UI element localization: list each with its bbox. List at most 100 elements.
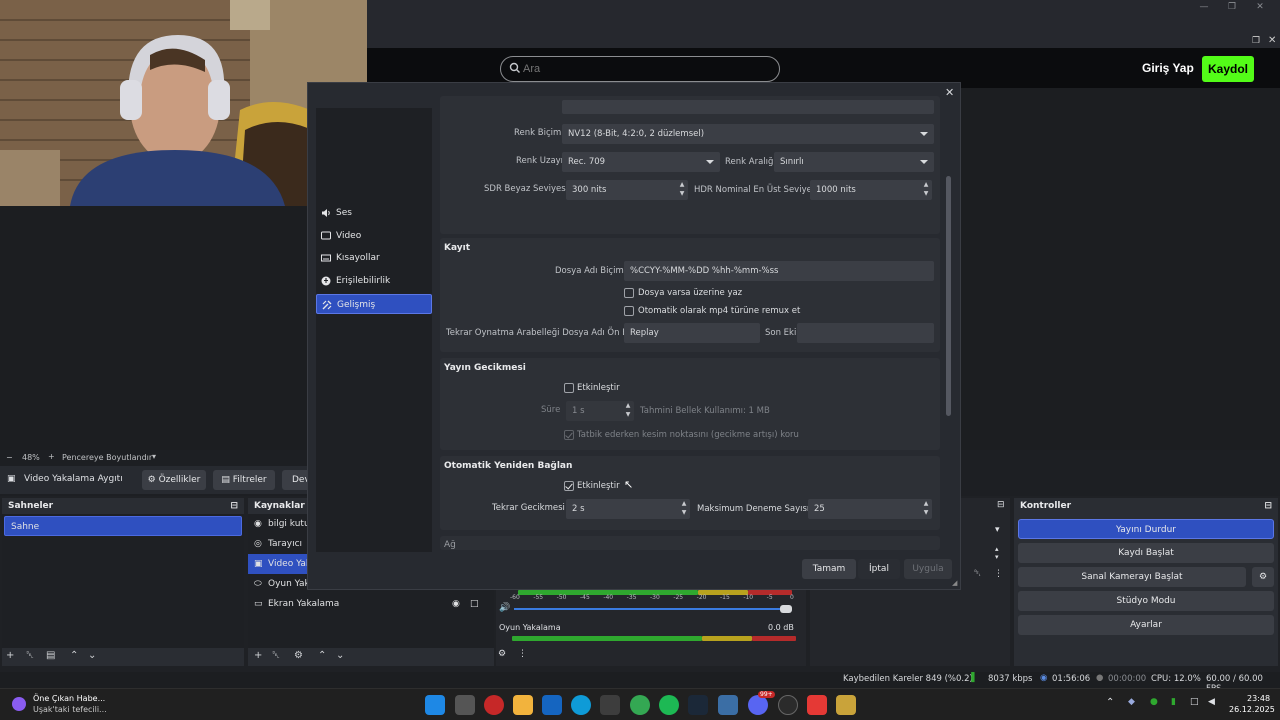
move-up-icon[interactable]: ⌃ (318, 650, 326, 661)
news-title[interactable]: Öne Çıkan Habe... (33, 694, 105, 703)
spin-down-icon[interactable]: ▼ (678, 191, 686, 197)
retry-delay-spinbox[interactable]: 2 s ▲ ▼ (566, 499, 690, 519)
edge-icon[interactable] (571, 695, 591, 715)
settings-button[interactable]: Ayarlar (1018, 615, 1274, 635)
tray-expand-icon[interactable]: ⌃ (1106, 697, 1114, 708)
speaker-icon[interactable]: ◀ (1208, 697, 1215, 707)
lock-icon[interactable]: □ (470, 594, 479, 614)
dock-menu-icon[interactable]: ⊟ (230, 501, 238, 511)
steam-icon[interactable] (688, 695, 708, 715)
close-icon[interactable]: ✕ (1252, 2, 1268, 16)
filter-icon[interactable]: ▤ (46, 650, 55, 661)
news-icon[interactable] (12, 697, 26, 711)
max-retries-spinbox[interactable]: 25 ▲ ▼ (808, 499, 932, 519)
properties-button[interactable]: ⚙ Özellikler (142, 470, 206, 490)
zoom-in-icon[interactable]: + (48, 452, 55, 461)
add-icon[interactable]: + (6, 650, 14, 661)
search-input[interactable] (523, 60, 763, 78)
sidebar-item-advanced[interactable]: Gelişmiş (316, 294, 432, 314)
move-down-icon[interactable]: ⌄ (336, 650, 344, 661)
dock-close-icon[interactable]: ✕ (1268, 35, 1276, 46)
news-subtitle[interactable]: Uşak'taki tefecili... (33, 705, 107, 714)
ok-button[interactable]: Tamam (802, 559, 856, 579)
virtual-camera-settings-button[interactable]: ⚙ (1252, 567, 1274, 587)
tray-app-icon[interactable]: ◆ (1128, 697, 1135, 707)
dock-menu-icon[interactable]: ⊟ (1264, 501, 1272, 511)
tray-status-icon[interactable]: ● (1150, 697, 1158, 707)
spin-down-icon[interactable]: ▼ (624, 412, 632, 418)
hdr-peak-spinbox[interactable]: 1000 nits ▲ ▼ (810, 180, 932, 200)
sidebar-item-audio[interactable]: Ses (316, 203, 432, 223)
zoom-out-icon[interactable]: − (6, 453, 13, 462)
spin-up-icon[interactable]: ▲ (624, 403, 632, 409)
duration-spinbox[interactable]: 1 s ▲ ▼ (566, 401, 634, 421)
register-button[interactable]: Kaydol (1202, 56, 1254, 82)
move-up-icon[interactable]: ⌃ (70, 650, 78, 661)
chrome-icon[interactable] (630, 695, 650, 715)
clock-time[interactable]: 23:48 (1247, 694, 1270, 703)
color-format-select[interactable]: NV12 (8-Bit, 4:2:0, 2 düzlemsel) (562, 124, 934, 144)
replay-prefix-input[interactable]: Replay (624, 323, 760, 343)
suffix-input[interactable] (797, 323, 934, 343)
windows-start-icon[interactable] (425, 695, 445, 715)
app-gold-icon[interactable] (836, 695, 856, 715)
search-box[interactable] (500, 56, 780, 82)
filters-button[interactable]: ▤ Filtreler (213, 470, 275, 490)
trash-icon[interactable]: ␡ (272, 650, 280, 661)
cancel-button[interactable]: İptal (858, 559, 900, 579)
task-view-icon[interactable] (455, 695, 475, 715)
mail-icon[interactable] (542, 695, 562, 715)
spotify-icon[interactable] (659, 695, 679, 715)
spin-up-icon[interactable]: ▲ (678, 182, 686, 188)
opera-icon[interactable] (484, 695, 504, 715)
microphone-icon[interactable]: ▮ (1171, 697, 1176, 707)
settings-scrollbar[interactable] (946, 176, 951, 416)
spin-down-icon[interactable]: ▼ (922, 510, 930, 516)
apply-button[interactable]: Uygula (904, 559, 952, 579)
mixer-menu-icon[interactable]: ⋮ (518, 649, 527, 659)
duration-spin-icon[interactable]: ▴ ▾ (995, 545, 999, 561)
transition-dropdown-icon[interactable]: ▾ (995, 525, 1000, 535)
spin-up-icon[interactable]: ▲ (922, 182, 930, 188)
stream-delay-enable-checkbox[interactable] (564, 383, 574, 393)
start-recording-button[interactable]: Kaydı Başlat (1018, 543, 1274, 563)
minimize-icon[interactable]: — (1196, 2, 1212, 16)
spin-down-icon[interactable]: ▼ (922, 191, 930, 197)
volume-icon[interactable]: 🔊 (499, 603, 510, 613)
trash-icon[interactable]: ␡ (26, 650, 34, 661)
gear-icon[interactable]: ⚙ (294, 650, 303, 661)
resize-dropdown-icon[interactable]: ▾ (152, 452, 156, 461)
scene-item[interactable]: Sahne (4, 516, 242, 536)
store-icon[interactable] (600, 695, 620, 715)
network-icon[interactable]: □ (1190, 697, 1199, 707)
color-range-select[interactable]: Sınırlı (774, 152, 934, 172)
spin-up-icon[interactable]: ▲ (922, 501, 930, 507)
sidebar-item-video[interactable]: Video (316, 226, 432, 246)
sidebar-item-hotkeys[interactable]: Kısayollar (316, 248, 432, 268)
overwrite-checkbox[interactable] (624, 288, 634, 298)
file-explorer-icon[interactable] (513, 695, 533, 715)
deactivate-button[interactable]: Dev (282, 470, 310, 490)
resize-grip-icon[interactable]: ◢ (952, 579, 957, 587)
dialog-close-icon[interactable]: ✕ (945, 86, 954, 99)
start-virtual-camera-button[interactable]: Sanal Kamerayı Başlat (1018, 567, 1246, 587)
login-link[interactable]: Giriş Yap (1142, 61, 1194, 75)
spin-down-icon[interactable]: ▼ (680, 510, 688, 516)
mixer-settings-icon[interactable]: ⚙ (498, 649, 506, 659)
preserve-cutoff-checkbox[interactable] (564, 430, 574, 440)
volume-slider-handle[interactable] (780, 605, 792, 613)
eye-icon[interactable]: ◉ (452, 594, 460, 614)
sidebar-item-accessibility[interactable]: Erişilebilirlik (316, 271, 432, 291)
stop-streaming-button[interactable]: Yayını Durdur (1018, 519, 1274, 539)
dock-menu-icon[interactable]: ⊟ (997, 500, 1005, 510)
volume-slider[interactable] (514, 608, 790, 610)
clock-date[interactable]: 26.12.2025 (1229, 705, 1275, 714)
studio-mode-button[interactable]: Stüdyo Modu (1018, 591, 1274, 611)
app-icon[interactable] (718, 695, 738, 715)
obs-icon[interactable] (778, 695, 798, 715)
sdr-white-spinbox[interactable]: 300 nits ▲ ▼ (566, 180, 688, 200)
discord-icon[interactable] (748, 695, 768, 715)
filename-format-input[interactable]: %CCYY-%MM-%DD %hh-%mm-%ss (624, 261, 934, 281)
app-red-icon[interactable] (807, 695, 827, 715)
maximize-icon[interactable]: ❐ (1224, 2, 1240, 16)
